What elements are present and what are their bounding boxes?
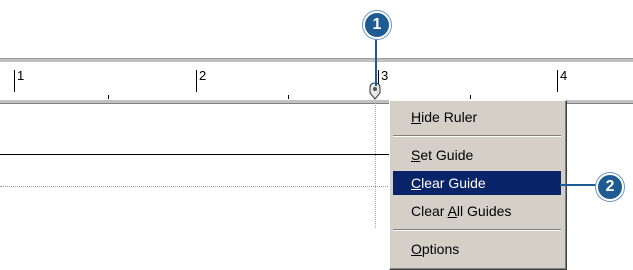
menu-item-options[interactable]: Options bbox=[393, 237, 561, 261]
menu-item-label-rest: et Guide bbox=[420, 147, 474, 163]
ruler-top-edge bbox=[0, 58, 633, 62]
ruler-minor-tick bbox=[470, 95, 471, 99]
horizontal-ruler[interactable] bbox=[0, 58, 633, 102]
ruler-label: 1 bbox=[17, 68, 25, 83]
ruler-major-tick bbox=[557, 70, 558, 92]
menu-separator bbox=[393, 229, 561, 231]
menu-item-label-rest: ll Guides bbox=[456, 203, 512, 219]
ruler-minor-tick bbox=[108, 95, 109, 99]
menu-separator bbox=[393, 135, 561, 137]
ruler-major-tick bbox=[196, 70, 197, 92]
ruler-minor-tick bbox=[288, 95, 289, 99]
menu-item-label-prefix: Clear bbox=[411, 203, 448, 219]
ruler-label: 4 bbox=[560, 68, 568, 83]
ruler-label: 2 bbox=[199, 68, 207, 83]
menu-item-label-rest: lear Guide bbox=[421, 175, 486, 191]
step-callout-1: 1 bbox=[363, 11, 391, 39]
layout-line bbox=[0, 154, 390, 155]
menu-item-clear-guide[interactable]: Clear Guide bbox=[393, 171, 561, 195]
callout-stem bbox=[375, 36, 377, 86]
menu-item-accelerator: C bbox=[411, 175, 422, 191]
ruler-context-menu: Hide Ruler Set Guide Clear Guide Clear A… bbox=[389, 100, 567, 270]
menu-item-label-rest: ide Ruler bbox=[421, 109, 478, 125]
ruler-label: 3 bbox=[381, 68, 389, 83]
menu-item-set-guide[interactable]: Set Guide bbox=[393, 143, 561, 167]
menu-item-accelerator: O bbox=[411, 241, 422, 257]
ruler-major-tick bbox=[14, 70, 15, 92]
guide-line bbox=[375, 103, 376, 228]
menu-item-accelerator: H bbox=[411, 109, 422, 125]
menu-item-accelerator: A bbox=[447, 203, 457, 219]
menu-item-clear-all-guides[interactable]: Clear All Guides bbox=[393, 199, 561, 223]
callout-stem bbox=[560, 184, 598, 186]
margin-dotted-line bbox=[0, 186, 390, 187]
step-callout-2: 2 bbox=[596, 173, 624, 201]
menu-item-hide-ruler[interactable]: Hide Ruler bbox=[393, 105, 561, 129]
menu-item-label-rest: ptions bbox=[421, 241, 460, 257]
menu-item-accelerator: S bbox=[411, 147, 421, 163]
